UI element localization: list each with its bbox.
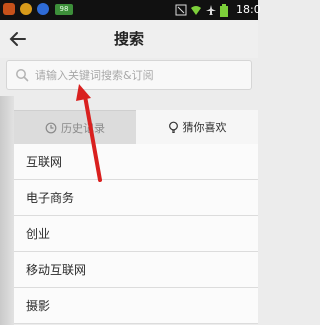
tab-bar: 历史记录 猜你喜欢 (14, 110, 258, 144)
tab-history[interactable]: 历史记录 (14, 110, 136, 144)
sim-icon (175, 4, 187, 16)
app-notification-icon (3, 3, 15, 15)
search-input[interactable] (35, 63, 247, 87)
suggestion-item[interactable]: 互联网 (14, 144, 258, 180)
wifi-icon (191, 6, 201, 15)
tab-guess-you-like[interactable]: 猜你喜欢 (136, 110, 258, 144)
notification-badge: 98 (55, 4, 73, 15)
app-notification-icon (20, 3, 32, 15)
status-bar: 98 18:0 (0, 0, 261, 20)
clock-icon (45, 122, 57, 133)
suggestion-item[interactable]: 摄影 (14, 288, 258, 324)
tab-guess-label: 猜你喜欢 (182, 121, 227, 134)
suggestion-item[interactable]: 电子商务 (14, 180, 258, 216)
tab-history-label: 历史记录 (61, 121, 105, 135)
app-notification-icon (37, 3, 49, 15)
suggestion-item[interactable]: 移动互联网 (14, 252, 258, 288)
lightbulb-icon (168, 121, 178, 133)
search-icon (16, 69, 29, 82)
page-fold-shadow (0, 96, 14, 325)
suggestion-item[interactable]: 创业 (14, 216, 258, 252)
airplane-icon (206, 5, 216, 15)
page-title: 搜索 (113, 30, 144, 48)
search-bar[interactable] (6, 60, 252, 90)
clock-time: 18:0 (236, 3, 261, 16)
app-header: 搜索 (0, 20, 258, 58)
suggestion-list: 互联网 电子商务 创业 移动互联网 摄影 (14, 144, 258, 324)
battery-icon (220, 3, 228, 17)
